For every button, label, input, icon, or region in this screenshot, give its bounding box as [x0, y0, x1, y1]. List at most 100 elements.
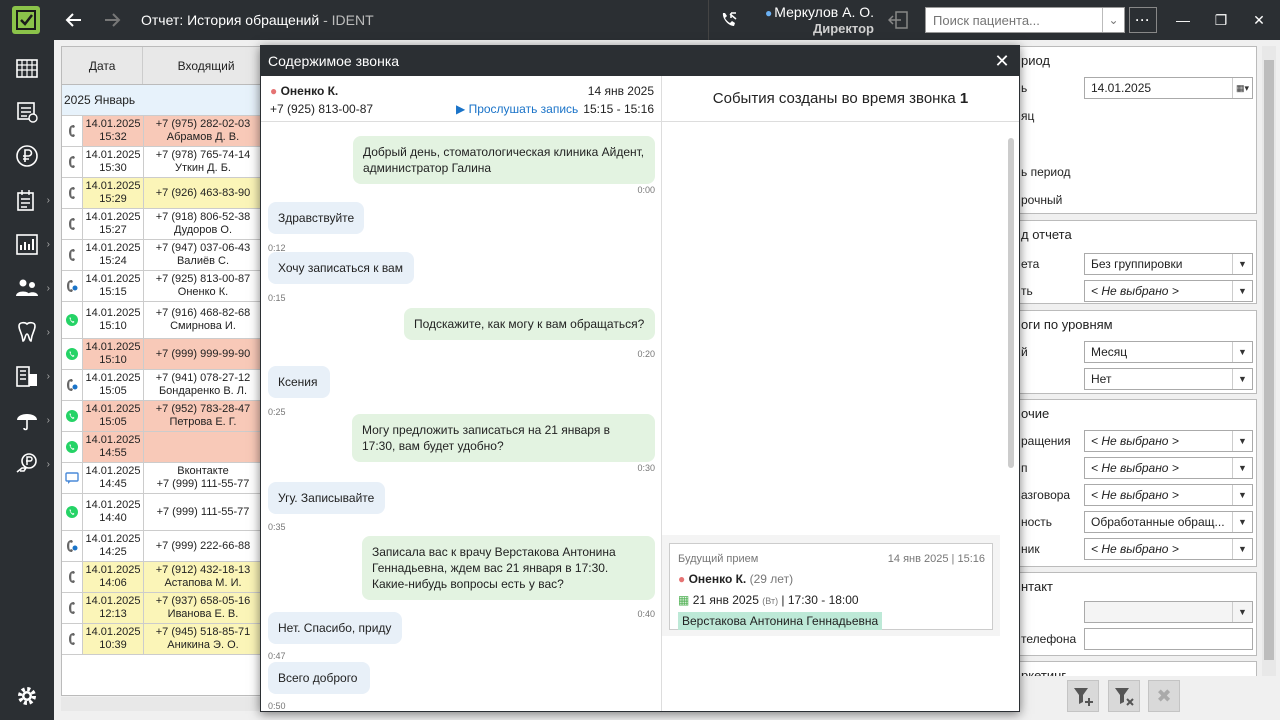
chevron-down-icon[interactable]: ▼ — [1232, 512, 1252, 532]
window-title: Отчет: История обращений - IDENT — [141, 12, 374, 28]
listen-recording-link[interactable]: ▶ Прослушать запись — [456, 102, 578, 116]
row-incoming-cell: +7 (925) 813-00-87 Оненко К. — [144, 271, 262, 301]
table-row[interactable]: 14.01.2025 15:10 +7 (999) 999-99-90 — [62, 339, 270, 370]
sidebar-item-insurance[interactable]: › — [0, 398, 54, 442]
row-patient: Абрамов Д. В. — [166, 131, 240, 143]
sidebar-item-inventory[interactable]: › — [0, 354, 54, 398]
more-button[interactable]: ··· — [1129, 7, 1157, 33]
column-header-incoming[interactable]: Входящий — [143, 47, 270, 84]
table-row[interactable]: 14.01.2025 14:45 Вконтакте +7 (999) 111-55-… — [62, 463, 270, 494]
row-time: 15:05 — [99, 416, 127, 428]
horizontal-scrollbar[interactable] — [61, 697, 271, 711]
message-timestamp: 0:25 — [268, 407, 286, 417]
row-phone: +7 (952) 783-28-47 — [155, 403, 251, 415]
events-header: События созданы во время звонка 1 — [662, 76, 1019, 122]
contact-select[interactable]: ▼ — [1084, 601, 1253, 623]
visit-date: 21 янв 2025 — [692, 593, 759, 607]
table-row[interactable]: 14.01.2025 15:15 +7 (925) 813-00-87 Оненко … — [62, 271, 270, 302]
back-arrow-icon[interactable] — [62, 8, 86, 32]
close-icon[interactable]: ✕ — [1246, 8, 1272, 32]
chevron-down-icon[interactable]: ⌄ — [1102, 8, 1124, 32]
filter5-select[interactable]: < Не выбрано > ▼ — [1084, 538, 1253, 560]
sidebar-item-documents[interactable]: › — [0, 178, 54, 222]
table-row[interactable]: 14.01.2025 15:30 +7 (978) 765-74-14 Уткин Д… — [62, 147, 270, 178]
message-timestamp: 0:00 — [637, 185, 655, 195]
chevron-down-icon[interactable]: ▼ — [1232, 342, 1252, 362]
call-date: 14 янв 2025 — [587, 84, 654, 98]
table-row[interactable]: 14.01.2025 14:40 +7 (999) 111-55-77 — [62, 494, 270, 531]
table-row[interactable]: 14.01.2025 15:24 +7 (947) 037-06-43 Валиёв … — [62, 240, 270, 271]
filter1-select[interactable]: < Не выбрано > ▼ — [1084, 430, 1253, 452]
table-row[interactable]: 14.01.2025 15:10 +7 (916) 468-82-68 Смирнов… — [62, 302, 270, 339]
level2-select[interactable]: Нет ▼ — [1084, 368, 1253, 390]
filter2-select[interactable]: < Не выбрано > ▼ — [1084, 457, 1253, 479]
forward-arrow-icon[interactable] — [100, 8, 124, 32]
scrollbar-thumb[interactable] — [1264, 60, 1274, 660]
chevron-down-icon[interactable]: ▼ — [1232, 254, 1252, 274]
chevron-down-icon[interactable]: ▼ — [1232, 458, 1252, 478]
sidebar-item-finance[interactable] — [0, 134, 54, 178]
table-row[interactable]: 14.01.2025 15:05 +7 (952) 783-28-47 Петрова… — [62, 401, 270, 432]
table-row[interactable]: 14.01.2025 15:27 +7 (918) 806-52-38 Дудоров… — [62, 209, 270, 240]
table-row[interactable]: 14.01.2025 14:06 +7 (912) 432-18-13 Астапов… — [62, 562, 270, 593]
row-incoming-cell — [144, 432, 262, 462]
urgent-label[interactable]: рочный — [1021, 193, 1062, 207]
logout-icon[interactable] — [886, 8, 912, 32]
table-row[interactable]: 14.01.2025 14:25 +7 (999) 222-66-88 — [62, 531, 270, 562]
table-row[interactable]: 14.01.2025 14:55 — [62, 432, 270, 463]
restore-icon[interactable]: ❐ — [1208, 8, 1234, 32]
filter3-select[interactable]: < Не выбрано > ▼ — [1084, 484, 1253, 506]
row-time: 15:10 — [99, 320, 127, 332]
row-time: 14:40 — [99, 512, 127, 524]
reset-button[interactable]: ✖ — [1148, 680, 1180, 712]
filter4-select[interactable]: Обработанные обращ... ▼ — [1084, 511, 1253, 533]
left-sidebar: › › › › › › › — [0, 40, 54, 720]
chevron-down-icon[interactable]: ▼ — [1232, 281, 1252, 301]
column-header-date[interactable]: Дата — [62, 47, 144, 84]
group-row[interactable]: 2025 Январь — [62, 85, 270, 116]
custom-period-label[interactable]: ь период — [1021, 165, 1071, 179]
sidebar-item-settings[interactable] — [0, 674, 54, 718]
second-view-select[interactable]: < Не выбрано > ▼ — [1084, 280, 1253, 302]
app-logo-icon[interactable] — [12, 6, 40, 34]
table-row[interactable]: 14.01.2025 15:29 +7 (926) 463-83-90 — [62, 178, 270, 209]
apply-filter-button[interactable] — [1067, 680, 1099, 712]
telephony-icon[interactable] — [708, 0, 748, 40]
chevron-down-icon[interactable]: ▼ — [1232, 431, 1252, 451]
top-bar: Отчет: История обращений - IDENT ● Меркул… — [0, 0, 1280, 40]
events-scrollbar[interactable] — [1008, 138, 1014, 468]
documents-icon — [17, 190, 34, 211]
dialog-close-icon[interactable]: ✕ — [991, 50, 1013, 72]
table-row[interactable]: 14.01.2025 12:13 +7 (937) 658-05-16 Иванова… — [62, 593, 270, 624]
table-row[interactable]: 14.01.2025 15:32 +7 (975) 282-02-03 Абрамов… — [62, 116, 270, 147]
row-date: 14.01.2025 — [85, 180, 141, 192]
chevron-down-icon[interactable]: ▼ — [1232, 539, 1252, 559]
minimize-icon[interactable]: — — [1170, 8, 1196, 32]
calendar-icon[interactable]: ▦▾ — [1232, 78, 1252, 98]
month-radio-label[interactable]: яц — [1021, 109, 1034, 123]
sidebar-item-staff[interactable]: › — [0, 266, 54, 310]
period-date-field[interactable]: 14.01.2025 ▦▾ — [1084, 77, 1253, 99]
message-timestamp: 0:30 — [637, 463, 655, 473]
event-card[interactable]: Будущий прием 14 янв 2025 | 15:16 ● Онен… — [669, 543, 993, 630]
sidebar-item-visits[interactable] — [0, 90, 54, 134]
chevron-down-icon[interactable]: ▼ — [1232, 602, 1252, 622]
level1-select[interactable]: Месяц ▼ — [1084, 341, 1253, 363]
chevron-down-icon[interactable]: ▼ — [1232, 369, 1252, 389]
sidebar-item-schedule[interactable] — [0, 46, 54, 90]
clear-filter-button[interactable] — [1108, 680, 1140, 712]
filter-scrollbar[interactable] — [1262, 46, 1276, 676]
contact-phone-input[interactable] — [1084, 628, 1253, 650]
table-row[interactable]: 14.01.2025 10:39 +7 (945) 518-85-71 Аникина… — [62, 624, 270, 655]
sidebar-item-dental[interactable]: › — [0, 310, 54, 354]
chevron-down-icon[interactable]: ▼ — [1232, 485, 1252, 505]
sidebar-item-reports[interactable]: › — [0, 222, 54, 266]
user-name: Меркулов А. О. — [774, 4, 874, 20]
group-by-select[interactable]: Без группировки ▼ — [1084, 253, 1253, 275]
row-date: 14.01.2025 — [85, 403, 141, 415]
table-row[interactable]: 14.01.2025 15:05 +7 (941) 078-27-12 Бондаре… — [62, 370, 270, 401]
patient-search-input[interactable] — [926, 8, 1102, 32]
sidebar-item-loyalty[interactable]: › — [0, 442, 54, 486]
current-user[interactable]: ● Меркулов А. О. Директор — [756, 4, 874, 37]
contact-phone-label: телефона — [1021, 632, 1077, 646]
